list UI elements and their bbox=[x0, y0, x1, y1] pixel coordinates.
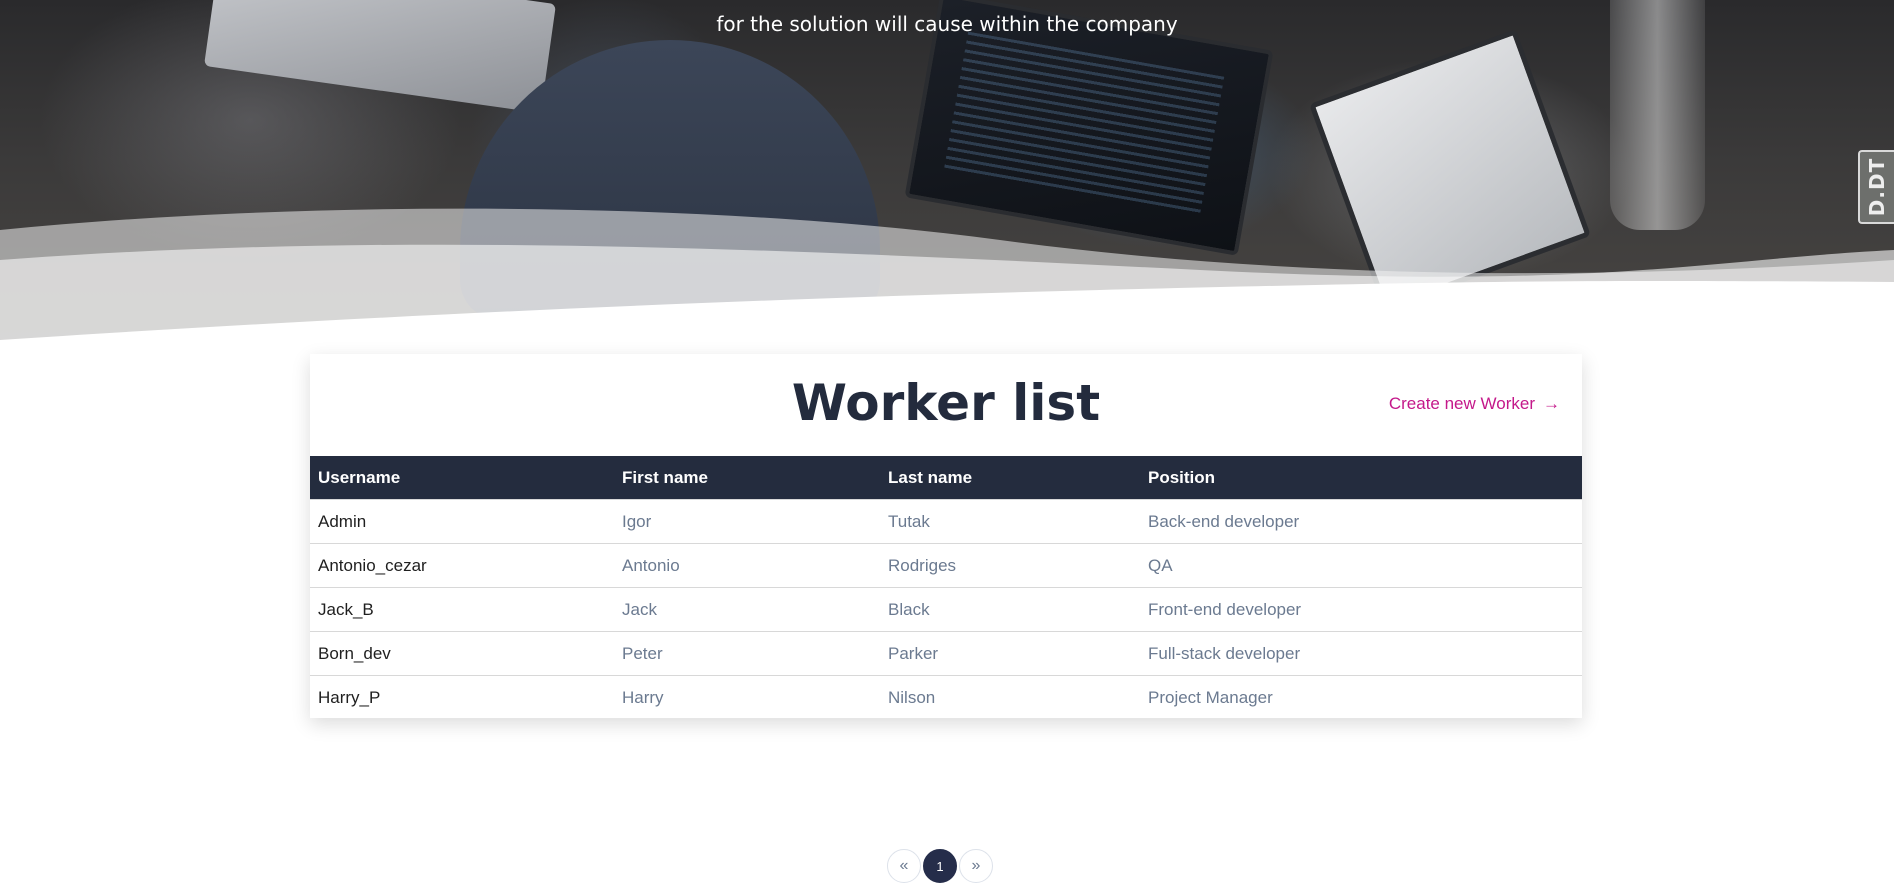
cell-position: Back-end developer bbox=[1140, 499, 1582, 544]
cell-first-name: Antonio bbox=[614, 543, 880, 588]
worker-table: Username First name Last name Position A… bbox=[310, 456, 1582, 719]
page-1-button[interactable]: 1 bbox=[923, 849, 957, 883]
table-row[interactable]: Harry_P Harry Nilson Project Manager bbox=[310, 675, 1582, 719]
worker-list-card: Worker list Create new Worker → Username… bbox=[310, 354, 1582, 719]
table-row[interactable]: Antonio_cezar Antonio Rodriges QA bbox=[310, 543, 1582, 588]
cell-username: Born_dev bbox=[310, 631, 614, 676]
cell-position: Project Manager bbox=[1140, 675, 1582, 719]
cell-last-name: Parker bbox=[880, 631, 1140, 676]
create-worker-link[interactable]: Create new Worker → bbox=[1389, 394, 1560, 414]
cell-first-name: Jack bbox=[614, 587, 880, 632]
cell-last-name: Tutak bbox=[880, 499, 1140, 544]
column-header-last-name[interactable]: Last name bbox=[880, 456, 1140, 500]
create-worker-label: Create new Worker bbox=[1388, 394, 1535, 413]
cell-username: Jack_B bbox=[310, 587, 614, 632]
column-header-first-name[interactable]: First name bbox=[614, 456, 880, 500]
cell-first-name: Peter bbox=[614, 631, 880, 676]
hero-banner: for the solution will cause within the c… bbox=[0, 0, 1894, 360]
table-row[interactable]: Born_dev Peter Parker Full-stack develop… bbox=[310, 631, 1582, 676]
cell-username: Antonio_cezar bbox=[310, 543, 614, 588]
cell-position: Full-stack developer bbox=[1140, 631, 1582, 676]
pagination: « 1 » bbox=[887, 849, 993, 883]
cell-first-name: Igor bbox=[614, 499, 880, 544]
cell-last-name: Black bbox=[880, 587, 1140, 632]
previous-page-button[interactable]: « bbox=[887, 849, 921, 883]
column-header-position[interactable]: Position bbox=[1140, 456, 1582, 500]
table-header-row: Username First name Last name Position bbox=[310, 456, 1582, 500]
cell-position: QA bbox=[1140, 543, 1582, 588]
cell-position: Front-end developer bbox=[1140, 587, 1582, 632]
cell-last-name: Rodriges bbox=[880, 543, 1140, 588]
table-row[interactable]: Admin Igor Tutak Back-end developer bbox=[310, 499, 1582, 544]
next-page-button[interactable]: » bbox=[959, 849, 993, 883]
hero-wave bbox=[0, 208, 1894, 360]
cell-username: Harry_P bbox=[310, 675, 614, 719]
hero-subtitle: for the solution will cause within the c… bbox=[716, 12, 1178, 36]
table-row[interactable]: Jack_B Jack Black Front-end developer bbox=[310, 587, 1582, 632]
side-badge-logo[interactable]: D.DT bbox=[1858, 150, 1894, 224]
cell-username: Admin bbox=[310, 499, 614, 544]
cell-last-name: Nilson bbox=[880, 675, 1140, 719]
cell-first-name: Harry bbox=[614, 675, 880, 719]
arrow-right-icon: → bbox=[1543, 394, 1560, 413]
column-header-username[interactable]: Username bbox=[310, 456, 614, 500]
